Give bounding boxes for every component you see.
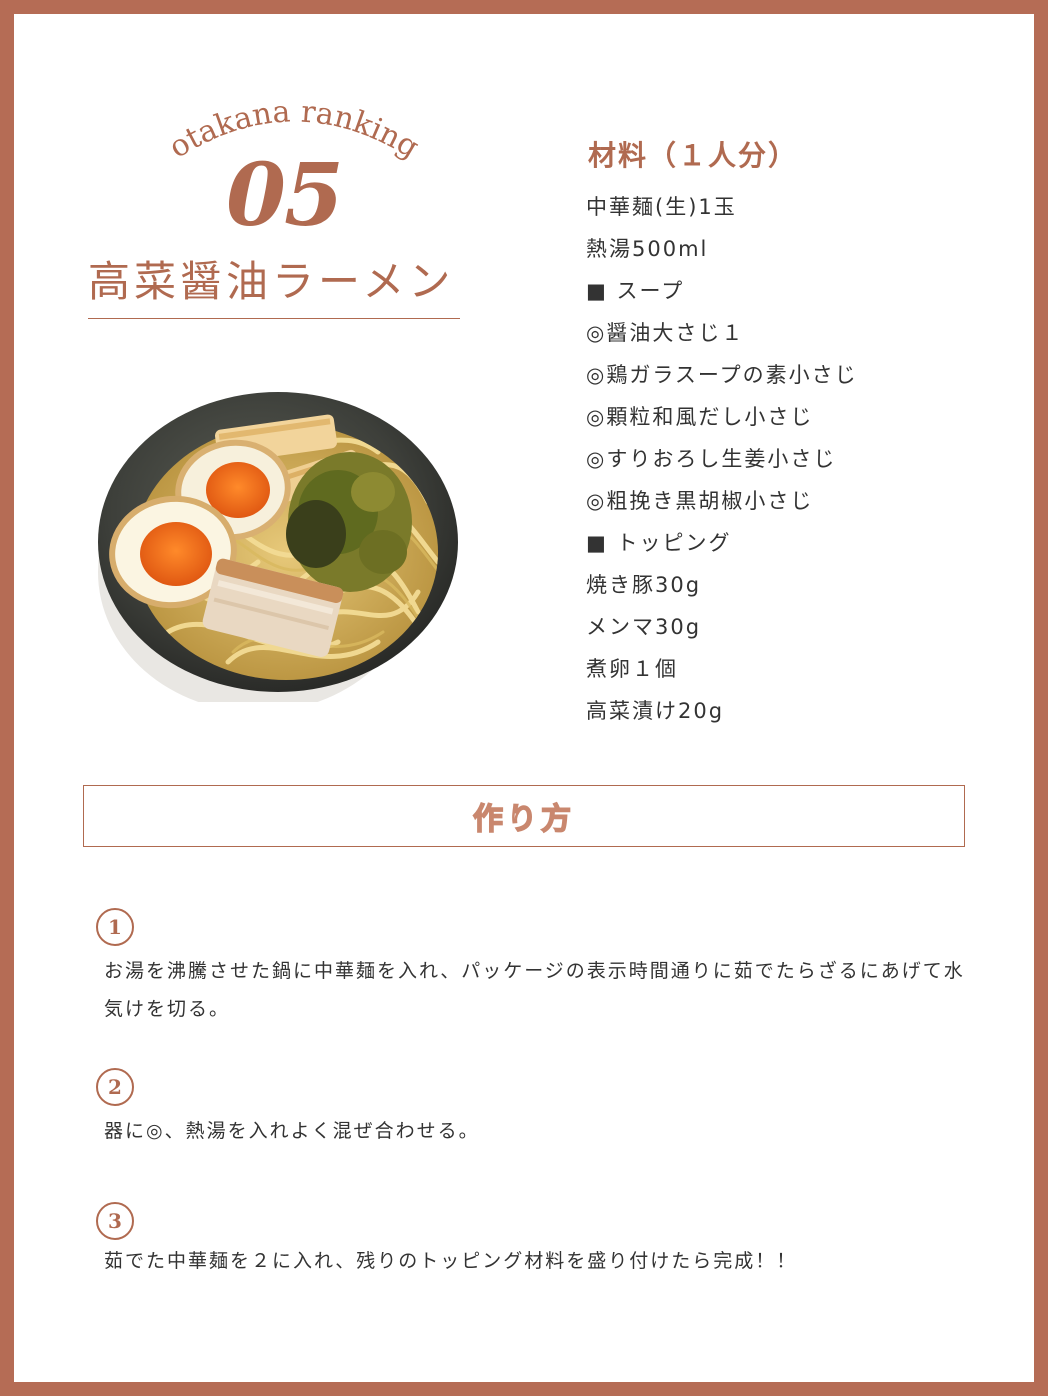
ingredient-item: 中華麺(生)1玉 [586, 195, 737, 219]
ingredient-item: 高菜漬け20g [586, 699, 725, 723]
ingredient-item: ◎顆粒和風だし小さじ [586, 405, 814, 429]
ingredients-list: 中華麺(生)1玉 熱湯500ml ■ スープ ◎醤油大さじ１ ◎鶏ガラスープの素… [586, 186, 858, 732]
step-text: 茹でた中華麺を２に入れ、残りのトッピング材料を盛り付けたら完成！！ [104, 1250, 798, 1272]
dish-title: 高菜醤油ラーメン [88, 257, 455, 306]
ingredient-item: ◎鶏ガラスープの素小さじ [586, 363, 858, 387]
step-text: お湯を沸騰させた鍋に中華麺を入れ、パッケージの表示時間通りに茹でたらざるにあげて… [104, 960, 965, 1020]
recipe-card: otakana ranking 05 高菜醤油ラーメン 材料（１人分） 中華麺(… [14, 14, 1034, 1382]
step-number-badge: 2 [96, 1068, 134, 1106]
ingredients-heading: 材料（１人分） [588, 139, 799, 172]
method-heading: 作り方 [472, 801, 575, 838]
ingredient-item: メンマ30g [586, 615, 702, 639]
step-text: 器に◎、熱湯を入れよく混ぜ合わせる。 [104, 1120, 480, 1142]
step-number-badge: 1 [96, 908, 134, 946]
ingredient-item: 焼き豚30g [586, 573, 702, 597]
ingredient-item: ◎すりおろし生姜小さじ [586, 447, 837, 471]
ramen-photo [98, 392, 458, 702]
ingredient-section-soup: ■ スープ [586, 279, 685, 303]
method-heading-box: 作り方 [83, 785, 965, 847]
ingredient-item: ◎醤油大さじ１ [586, 321, 745, 345]
step-number-badge: 3 [96, 1202, 134, 1240]
ingredient-item: 煮卵１個 [586, 657, 678, 681]
ingredient-section-topping: ■ トッピング [586, 531, 732, 555]
ingredient-item: ◎粗挽き黒胡椒小さじ [586, 489, 814, 513]
ingredient-item: 熱湯500ml [586, 237, 709, 261]
title-divider [88, 318, 460, 319]
rank-number: 05 [226, 145, 344, 246]
